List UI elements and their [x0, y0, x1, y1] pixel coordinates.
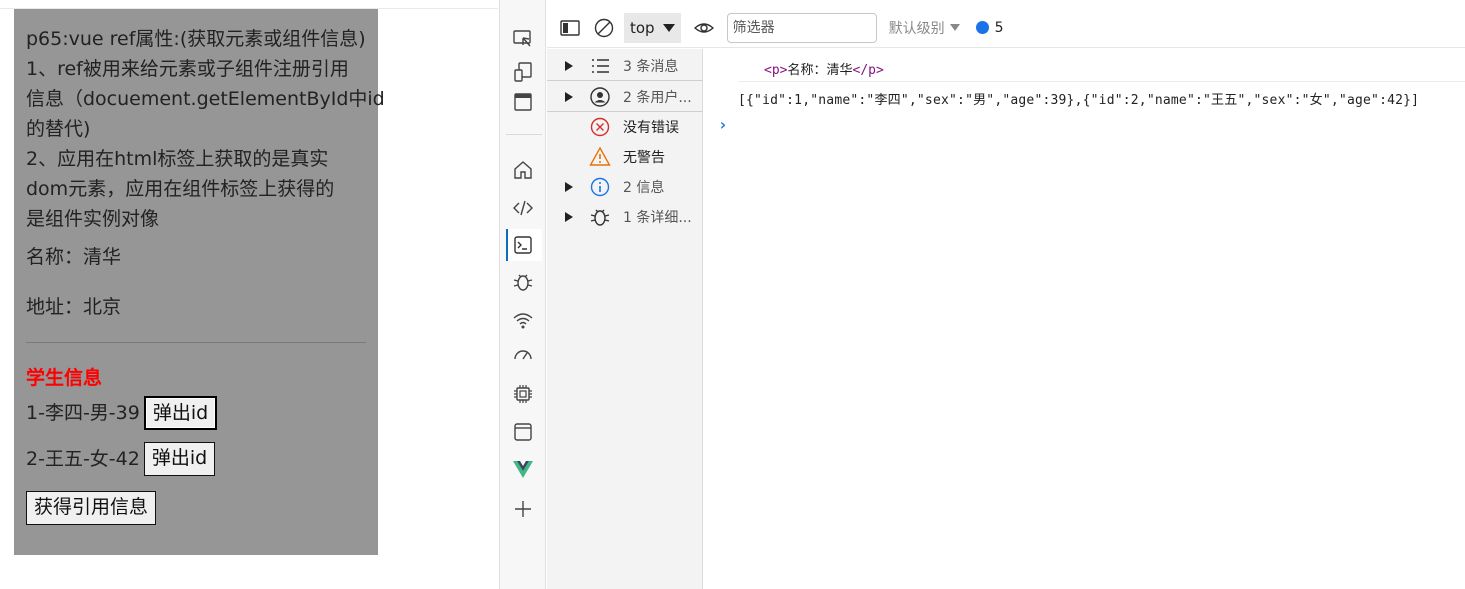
filter-input[interactable]: [726, 12, 877, 43]
bug-icon[interactable]: [511, 270, 535, 294]
warning-icon: [589, 146, 611, 168]
student-row: 2-王五-女-42 弹出id: [26, 441, 366, 477]
school-address: 地址：北京: [26, 296, 122, 318]
intro-line: 2、应用在html标签上获取的是真实: [26, 148, 329, 170]
console-sidebar: 3 条消息 2 条用户... 没有错误 无警告 2 信息 1 条详细...: [547, 49, 703, 589]
expand-arrow-icon: [565, 212, 573, 222]
sidebar-item-info[interactable]: 2 信息: [547, 172, 703, 202]
sidebar-item-label: 无警告: [623, 150, 665, 166]
student-text: 2-王五-女-42: [26, 448, 140, 470]
student-info-title: 学生信息: [26, 367, 103, 389]
inspect-icon[interactable]: [511, 27, 535, 51]
tag-close: </p>: [852, 63, 884, 78]
intro-line: 是组件实例对像: [26, 208, 160, 230]
intro-line: dom元素，应用在组件标签上获得的: [26, 178, 335, 200]
expand-arrow-icon: [565, 60, 573, 71]
vue-devtools-icon[interactable]: [511, 457, 535, 481]
context-selector[interactable]: top: [624, 12, 681, 43]
console-element-log[interactable]: <p>名称：清华</p>: [764, 59, 884, 78]
expand-arrow-icon: [565, 182, 573, 192]
chevron-down-icon: [949, 24, 960, 31]
list-icon: [589, 55, 611, 77]
bug-icon: [589, 206, 611, 228]
intro-line: 的替代): [26, 118, 91, 140]
home-icon[interactable]: [511, 158, 535, 182]
sidebar-toggle-icon[interactable]: [559, 17, 581, 39]
sidebar-item-label: 2 信息: [623, 180, 665, 196]
chevron-down-icon: [662, 23, 675, 32]
app-page: p65:vue ref属性:(获取元素或组件信息) 1、ref被用来给元素或子组…: [0, 0, 500, 589]
divider: [26, 342, 366, 343]
devtools-panel: top 默认级别 5 3 条消息 2 条用户...: [499, 0, 1465, 589]
show-id-button[interactable]: 弹出id: [143, 442, 216, 476]
clear-console-icon[interactable]: [593, 17, 615, 39]
get-ref-info-button[interactable]: 获得引用信息: [26, 491, 157, 525]
console-icon[interactable]: [511, 233, 535, 257]
issues-counter[interactable]: 5: [975, 19, 1004, 36]
sidebar-item-verbose[interactable]: 1 条详细...: [547, 202, 703, 232]
live-expression-icon[interactable]: [693, 17, 715, 39]
sidebar-item-messages[interactable]: 3 条消息: [547, 51, 703, 81]
tag-open: <p>: [764, 63, 788, 78]
intro-line: p65:vue ref属性:(获取元素或组件信息): [26, 28, 366, 50]
issues-icon: [975, 21, 989, 34]
performance-icon[interactable]: [511, 344, 535, 368]
school-name: 名称：清华: [26, 246, 122, 268]
student-text: 1-李四-男-39: [26, 402, 140, 424]
intro-text: p65:vue ref属性:(获取元素或组件信息) 1、ref被用来给元素或子组…: [26, 24, 385, 234]
log-levels-dropdown[interactable]: 默认级别: [889, 18, 960, 38]
console-toolbar: top 默认级别 5: [547, 8, 1465, 48]
sidebar-item-warnings[interactable]: 无警告: [547, 142, 703, 172]
issues-count: 5: [994, 19, 1004, 36]
sidebar-item-label: 1 条详细...: [623, 210, 692, 226]
console-separator: [738, 81, 1465, 82]
intro-line: 1、ref被用来给元素或子组件注册引用: [26, 58, 349, 80]
error-icon: [589, 116, 611, 138]
context-label: top: [630, 18, 655, 37]
network-icon[interactable]: [511, 308, 535, 332]
sidebar-item-errors[interactable]: 没有错误: [547, 112, 703, 142]
show-id-button[interactable]: 弹出id: [143, 396, 218, 430]
activity-bar: [500, 0, 546, 589]
device-emulation-icon[interactable]: [511, 60, 535, 84]
dock-icon[interactable]: [511, 90, 535, 114]
student-row: 1-李四-男-39 弹出id: [26, 395, 366, 431]
application-icon[interactable]: [511, 420, 535, 444]
expand-arrow-icon: [565, 91, 573, 102]
log-levels-label: 默认级别: [888, 20, 945, 37]
sidebar-item-label: 3 条消息: [623, 58, 679, 75]
memory-icon[interactable]: [511, 382, 535, 406]
app-container: p65:vue ref属性:(获取元素或组件信息) 1、ref被用来给元素或子组…: [14, 9, 385, 555]
sidebar-item-label: 2 条用户...: [623, 89, 692, 106]
intro-line: 信息（docuement.getElementById中id: [26, 88, 385, 110]
elements-icon[interactable]: [511, 196, 535, 220]
console-prompt-icon[interactable]: ›: [718, 115, 728, 134]
element-text: 名称：清华: [787, 63, 853, 78]
info-icon: [589, 176, 611, 198]
more-tools-icon[interactable]: [511, 497, 535, 521]
sidebar-item-label: 没有错误: [623, 120, 679, 136]
console-output: <p>名称：清华</p> [{"id":1,"name":"李四","sex":…: [704, 49, 1465, 589]
activity-separator: [506, 134, 542, 135]
user-icon: [589, 86, 611, 108]
console-json-log[interactable]: [{"id":1,"name":"李四","sex":"男","age":39}…: [738, 89, 1419, 108]
sidebar-item-user-messages[interactable]: 2 条用户...: [547, 82, 703, 112]
